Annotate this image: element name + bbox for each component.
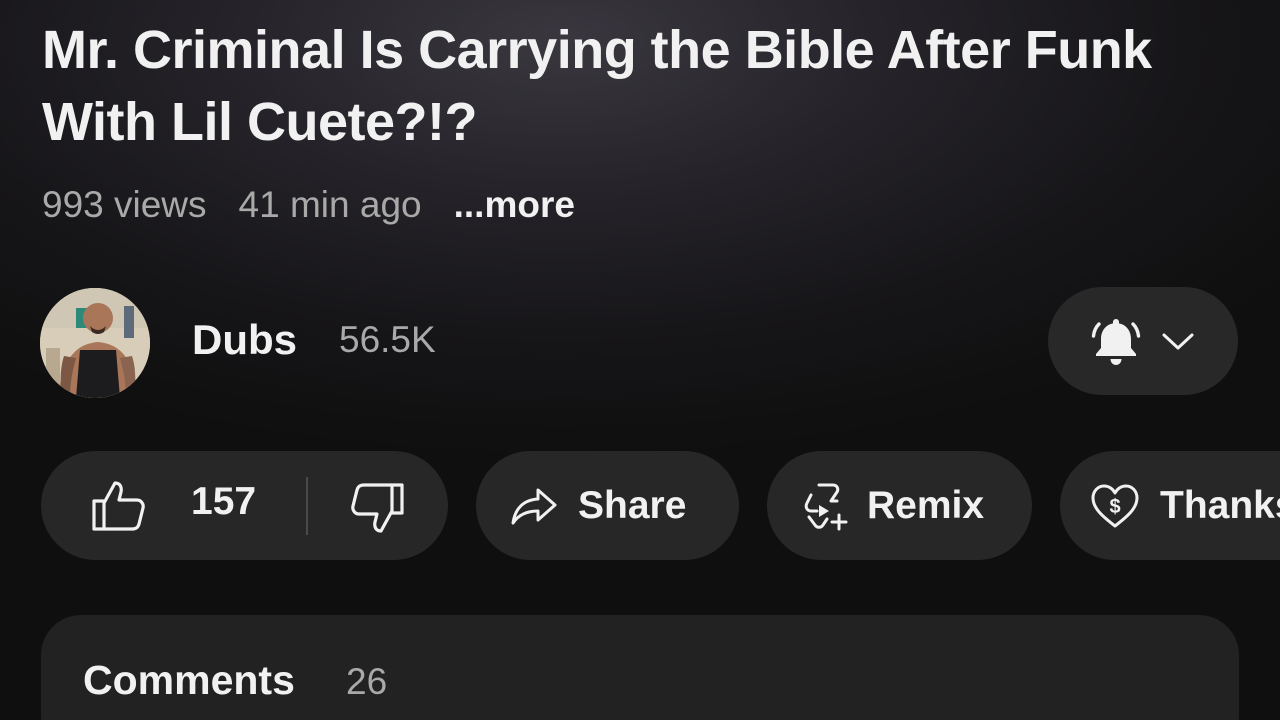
video-title[interactable]: Mr. Criminal Is Carrying the Bible After… (42, 14, 1222, 158)
heart-dollar-icon: $ (1090, 483, 1140, 529)
comments-count: 26 (346, 661, 388, 702)
video-metadata[interactable]: 993 views 41 min ago ...more (42, 180, 575, 230)
channel-row: Dubs 56.5K (40, 286, 1240, 398)
channel-avatar[interactable] (40, 288, 150, 398)
remix-icon (803, 481, 849, 531)
thanks-label: Thanks (1160, 483, 1280, 527)
share-label: Share (578, 483, 687, 527)
svg-text:$: $ (1109, 496, 1120, 518)
subscription-bell-button[interactable] (1048, 287, 1238, 395)
like-button[interactable]: 157 (41, 451, 303, 560)
dislike-button[interactable] (309, 451, 448, 560)
subscriber-count: 56.5K (339, 319, 436, 360)
share-button[interactable]: Share (476, 451, 739, 560)
like-count: 157 (191, 480, 257, 523)
view-count: 993 views (42, 184, 207, 225)
thumbs-down-icon (349, 481, 405, 540)
comments-title: Comments (83, 657, 295, 703)
video-details-panel: Mr. Criminal Is Carrying the Bible After… (0, 0, 1280, 720)
more-button[interactable]: ...more (454, 184, 575, 226)
thumbs-up-icon (91, 479, 147, 538)
like-dislike-group: 157 (41, 451, 448, 560)
share-arrow-icon (510, 486, 558, 526)
remix-button[interactable]: Remix (767, 451, 1032, 560)
action-bar: 157 Share Remix $ Thank (41, 451, 1280, 560)
remix-label: Remix (867, 483, 985, 527)
chevron-down-icon (1161, 331, 1195, 351)
comments-section[interactable]: Comments 26 (41, 615, 1239, 720)
bell-ringing-icon (1091, 315, 1141, 367)
thanks-button[interactable]: $ Thanks (1060, 451, 1280, 560)
channel-name[interactable]: Dubs (192, 316, 297, 364)
avatar-image (40, 288, 150, 398)
like-divider (306, 477, 308, 535)
upload-time: 41 min ago (238, 184, 422, 225)
